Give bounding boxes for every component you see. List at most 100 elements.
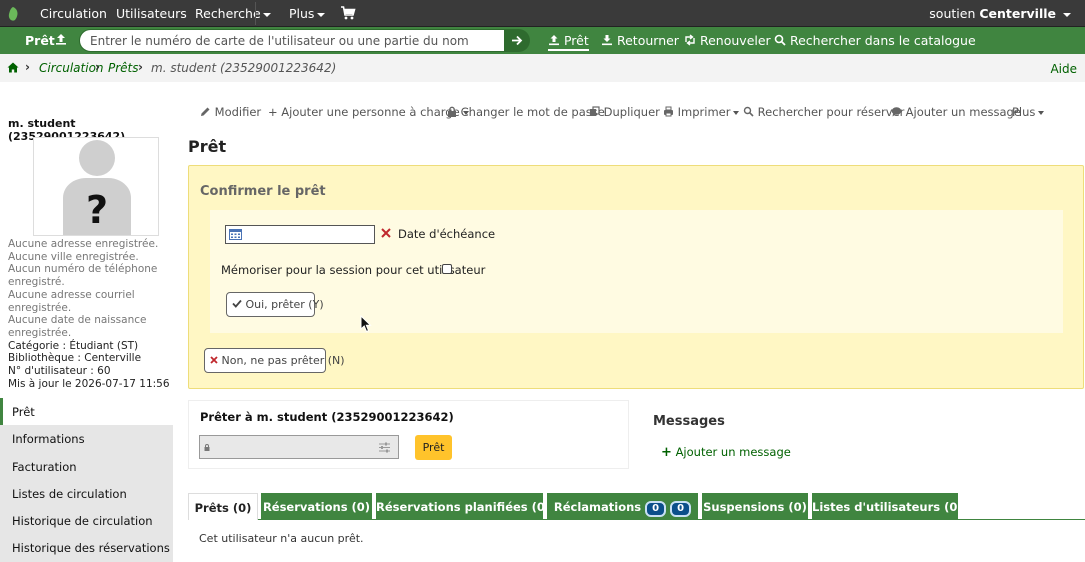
tab-holds[interactable]: Réservations (0) <box>261 493 372 520</box>
confirm-form: Date d'échéance Mémoriser pour la sessio… <box>210 210 1063 333</box>
comment-icon <box>891 107 902 117</box>
confirm-title: Confirmer le prêt <box>200 184 326 199</box>
user-placeholder-icon: ? <box>63 140 131 235</box>
duplicate-button[interactable]: Dupliquer <box>589 105 660 119</box>
messages-title: Messages <box>653 414 725 429</box>
tab-checkin[interactable]: Retourner <box>601 33 679 48</box>
tab-checkouts[interactable]: Prêts (0) <box>188 493 258 520</box>
home-icon[interactable] <box>7 62 19 73</box>
more-label: Plus <box>1012 105 1036 119</box>
sidebar-item-details[interactable]: Informations <box>0 425 173 452</box>
page-title: Prêt <box>188 137 227 156</box>
sidebar-item-circulation-history[interactable]: Historique de circulation <box>0 507 173 534</box>
help-link[interactable]: Aide <box>1050 62 1077 76</box>
checkout-form: Prêter à m. student (23529001223642) Prê… <box>188 400 629 469</box>
breadcrumb-separator: › <box>25 60 30 74</box>
tab-catalog-search[interactable]: Rechercher dans le catalogue <box>774 33 976 48</box>
remember-checkbox[interactable] <box>442 264 452 274</box>
checkout-button[interactable]: Prêt <box>415 435 452 460</box>
tab-recalls[interactable]: Réservations planifiées (0) <box>376 493 550 520</box>
claims-resolved-badge: 0 <box>670 501 692 517</box>
clear-date-icon[interactable] <box>381 228 391 238</box>
change-password-button[interactable]: Changer le mot de passe <box>447 105 605 119</box>
edit-button[interactable]: Modifier <box>200 105 261 119</box>
nav-patrons[interactable]: Utilisateurs <box>116 6 187 21</box>
logged-in-user[interactable]: soutien Centerville <box>929 6 1071 21</box>
user-prefix: soutien <box>929 6 976 21</box>
patron-info-box: m. student (23529001223642) ? Aucune adr… <box>0 82 173 398</box>
tab-checkin-label: Retourner <box>616 33 679 48</box>
tab-checkout[interactable]: Prêt <box>548 33 589 51</box>
breadcrumb: › Circulation › Prêts › m. student (2352… <box>0 54 1085 82</box>
confirm-no-label: Non, ne pas prêter (N) <box>221 354 345 367</box>
header-search-bar: Prêt Entrer le numéro de carte de l'util… <box>0 27 1085 54</box>
patron-sidebar: m. student (23529001223642) ? Aucune adr… <box>0 82 173 562</box>
search-to-hold-button[interactable]: Rechercher pour réserver <box>743 105 904 119</box>
nav-more[interactable]: Plus <box>289 6 326 21</box>
confirm-yes-button[interactable]: Oui, prêter (Y) <box>226 292 324 317</box>
pencil-icon <box>201 107 210 116</box>
confirm-no-button[interactable]: Non, ne pas prêter (N) <box>204 348 345 373</box>
chevron-down-icon <box>1038 110 1045 115</box>
svg-text:?: ? <box>86 188 108 232</box>
sidebar-item-routing-lists[interactable]: Listes de circulation <box>0 480 173 507</box>
patron-search-input[interactable]: Entrer le numéro de carte de l'utilisate… <box>79 29 505 52</box>
sidebar-item-checkout[interactable]: Prêt <box>0 398 173 426</box>
sidebar-item-accounting[interactable]: Facturation <box>0 453 173 480</box>
tab-renew-label: Renouveler <box>699 33 771 48</box>
change-password-label: Changer le mot de passe <box>460 105 605 119</box>
top-navbar: Circulation Utilisateurs Recherche Plus … <box>0 0 1085 27</box>
patron-info-line: Aucune adresse enregistrée. <box>8 238 159 250</box>
search-icon <box>743 106 754 117</box>
tab-patron-lists[interactable]: Listes d'utilisateurs (0) <box>812 493 963 520</box>
settings-sliders-icon[interactable] <box>379 442 390 453</box>
avatar[interactable]: ? <box>33 137 159 236</box>
more-button[interactable]: Plus <box>1012 105 1045 119</box>
retweet-icon <box>685 34 695 46</box>
search-submit-button[interactable] <box>505 29 530 52</box>
nav-circulation[interactable]: Circulation <box>40 6 107 21</box>
add-message-link[interactable]: + Ajouter un message <box>661 445 791 460</box>
tab-renew[interactable]: Renouveler <box>684 33 771 48</box>
tab-restrictions[interactable]: Suspensions (0) <box>702 493 808 520</box>
copy-icon <box>590 106 600 116</box>
search-icon <box>774 34 786 46</box>
chevron-down-icon <box>317 12 326 17</box>
breadcrumb-checkouts[interactable]: Prêts <box>108 61 139 75</box>
nav-divider <box>255 2 256 25</box>
barcode-input[interactable] <box>199 435 399 459</box>
breadcrumb-separator: › <box>95 60 100 74</box>
add-guarantee-button[interactable]: + Ajouter une personne à charge <box>268 105 469 119</box>
confirm-yes-label: Oui, prêter (Y) <box>245 298 324 311</box>
nav-more-label: Plus <box>289 6 315 21</box>
close-icon <box>210 356 218 364</box>
nav-search[interactable]: Recherche <box>195 6 261 21</box>
print-button[interactable]: Imprimer <box>663 105 740 119</box>
add-message-link-label: Ajouter un message <box>675 445 791 459</box>
cart-icon[interactable] <box>340 5 356 21</box>
patron-info-line: enregistrée. <box>8 326 72 339</box>
patron-info-line: Aucune adresse courriel enregistrée. <box>8 288 135 314</box>
breadcrumb-circulation[interactable]: Circulation <box>39 61 104 75</box>
chevron-down-icon <box>733 110 740 115</box>
patron-info-line: Aucune ville enregistrée. <box>8 250 139 263</box>
add-guarantee-label: Ajouter une personne à charge <box>281 105 460 119</box>
edit-label: Modifier <box>214 105 262 119</box>
tab-catalog-search-label: Rechercher dans le catalogue <box>789 33 976 48</box>
due-date-field[interactable] <box>225 225 375 244</box>
patron-category: Catégorie : Étudiant (ST) <box>8 339 139 352</box>
upload-icon <box>549 35 559 46</box>
download-icon <box>602 35 612 46</box>
confirm-checkout-dialog: Confirmer le prêt Date d'échéance Mémori… <box>188 165 1084 389</box>
koha-logo-icon[interactable] <box>6 6 20 22</box>
patron-menu: Prêt Informations Facturation Listes de … <box>0 398 173 562</box>
tab-claims-label: Réclamations <box>553 500 642 514</box>
nav-search-dropdown[interactable] <box>260 6 271 21</box>
sidebar-item-holds-history[interactable]: Historique des réservations <box>0 534 173 561</box>
search-mode-label[interactable]: Prêt <box>25 33 55 48</box>
calendar-icon[interactable] <box>229 229 242 240</box>
tab-claims[interactable]: Réclamations 0 0 <box>547 493 698 520</box>
check-icon <box>232 299 242 308</box>
print-icon <box>664 106 673 117</box>
add-message-button[interactable]: Ajouter un message <box>891 105 1021 119</box>
